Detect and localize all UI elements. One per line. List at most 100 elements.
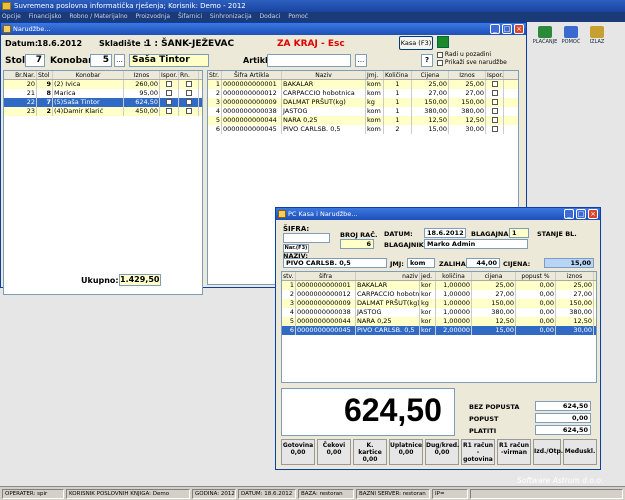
kasa-row[interactable]: 2 0000000000012 CARPACCIO hobotnica kor …: [282, 290, 596, 299]
toolbar-exit-label: IZLAZ: [589, 39, 605, 45]
stanje-bl-button[interactable]: STANJE BL.: [537, 230, 577, 238]
maximize-button[interactable]: □: [576, 209, 586, 219]
pay-dugkred-button[interactable]: Dug/kred. 0,00: [425, 439, 459, 465]
items-col-jmj[interactable]: Jmj.: [366, 71, 384, 79]
item-ispor[interactable]: [486, 116, 504, 125]
help-button[interactable]: ?: [421, 54, 433, 67]
pay-cekovi-button[interactable]: Čekovi 0,00: [317, 439, 351, 465]
orders-col-ispor[interactable]: Ispor.: [160, 71, 179, 79]
orders-row[interactable]: 20 9 (2) Ivica 260,00: [4, 80, 202, 89]
kasa-col-iznos[interactable]: iznos: [556, 272, 594, 280]
artikl-input[interactable]: [267, 54, 351, 67]
toolbar-help-button[interactable]: POMOĆ: [558, 24, 584, 50]
pay-izd-otp-button[interactable]: Izd./Otp.: [533, 439, 563, 465]
menu-proizvodnja[interactable]: Proizvodnja: [136, 13, 171, 20]
pay-cekovi-label: Čekovi: [322, 442, 346, 449]
items-row[interactable]: 6 0000000000045 PIVO CARLSB. 0,5 kom 2 1…: [208, 125, 518, 134]
items-col-str[interactable]: Str.: [208, 71, 222, 79]
items-row[interactable]: 2 0000000000012 CARPACCIO hobotnica kom …: [208, 89, 518, 98]
stol-input[interactable]: 7: [25, 54, 45, 67]
kasa-row[interactable]: 1 0000000000001 BAKALAR kor 1,00000 25,0…: [282, 281, 596, 290]
minimize-button[interactable]: _: [490, 24, 500, 34]
checkbox-background[interactable]: [437, 51, 443, 58]
minimize-button[interactable]: _: [564, 209, 574, 219]
pay-uplatnice-value: 0,00: [398, 449, 414, 456]
item-ispor[interactable]: [486, 125, 504, 134]
konobar-id-input[interactable]: 5: [90, 54, 112, 67]
items-col-iznos[interactable]: Iznos: [449, 71, 486, 79]
item-ispor[interactable]: [486, 89, 504, 98]
maximize-button[interactable]: □: [502, 24, 512, 34]
order-ispor[interactable]: [160, 107, 179, 116]
kasa-row[interactable]: 4 0000000000038 JASTOG kor 1,00000 380,0…: [282, 308, 596, 317]
menu-sifarnici[interactable]: Šifarnici: [178, 13, 202, 20]
orders-row-selected[interactable]: 22 7 (5)Saša Tintor 624,50: [4, 98, 202, 107]
close-button[interactable]: ×: [514, 24, 524, 34]
order-rn[interactable]: [179, 89, 199, 98]
kasa-col-sifra[interactable]: šifra: [296, 272, 356, 280]
order-ispor[interactable]: [160, 89, 179, 98]
items-col-kolicina[interactable]: Količina: [384, 71, 412, 79]
menu-robno[interactable]: Robno / Materijalno: [69, 13, 127, 20]
items-col-ispor[interactable]: Ispor.: [486, 71, 504, 79]
pay-meduskl-button[interactable]: Međuskl.: [563, 439, 597, 465]
artikl-lookup-button[interactable]: ...: [355, 54, 367, 67]
konobar-lookup-button[interactable]: ...: [114, 54, 125, 67]
kasa-title: PC Kasa i Narudžbe...: [288, 210, 358, 218]
kasa-col-stv[interactable]: stv.: [282, 272, 296, 280]
item-ispor[interactable]: [486, 107, 504, 116]
order-ispor[interactable]: [160, 80, 179, 89]
pay-r1-virman-button[interactable]: R1 račun -virman: [497, 439, 531, 465]
kasa-col-cijena[interactable]: cijena: [472, 272, 516, 280]
items-row[interactable]: 5 0000000000044 NARA 0,25 kom 1 12,50 12…: [208, 116, 518, 125]
menu-dodaci[interactable]: Dodaci: [260, 13, 281, 20]
items-row[interactable]: 1 0000000000001 BAKALAR kom 1 25,00 25,0…: [208, 80, 518, 89]
opt-show-all[interactable]: Prikaži sve narudžbe: [437, 59, 507, 66]
items-col-sifra[interactable]: Šifra Artikla: [222, 71, 282, 79]
menu-sinhronizacija[interactable]: Sinhronizacija: [210, 13, 252, 20]
orders-col-iznos[interactable]: Iznos: [124, 71, 160, 79]
pay-kartice-button[interactable]: K. kartice 0,00: [353, 439, 387, 465]
toolbar-payment-button[interactable]: PLAĆANJE: [532, 24, 558, 50]
items-row[interactable]: 3 0000000000009 DALMAT PRŠUT(kg) kg 1 15…: [208, 98, 518, 107]
toolbar-exit-button[interactable]: IZLAZ: [584, 24, 610, 50]
item-ispor[interactable]: [486, 98, 504, 107]
menu-pomoc[interactable]: Pomoć: [288, 13, 308, 20]
items-row[interactable]: 4 0000000000038 JASTOG kom 1 380,00 380,…: [208, 107, 518, 116]
kasa-row[interactable]: 5 0000000000044 NARA 0,25 kor 1,00000 12…: [282, 317, 596, 326]
cijena-value: 15,00: [544, 258, 594, 268]
orders-col-rn[interactable]: Rn.: [179, 71, 199, 79]
sifra-input[interactable]: [283, 233, 330, 243]
menu-financijsko[interactable]: Financijsko: [29, 13, 62, 20]
pay-gotovina-button[interactable]: Gotovina 0,00: [281, 439, 315, 465]
kasa-col-jed[interactable]: jed.: [420, 272, 436, 280]
order-rn[interactable]: [179, 98, 199, 107]
item-str: 3: [208, 98, 222, 107]
orders-row[interactable]: 23 2 (4)Damir Klarić 450,00: [4, 107, 202, 116]
orders-col-brnar[interactable]: Br.Nar.: [4, 71, 37, 79]
order-ispor[interactable]: [160, 98, 179, 107]
kasa-col-naziv[interactable]: naziv: [356, 272, 420, 280]
kasa-row[interactable]: 3 0000000000009 DALMAT PRŠUT(kg) kg 1,00…: [282, 299, 596, 308]
order-rn[interactable]: [179, 80, 199, 89]
opt-background[interactable]: Radi u pozadini: [437, 51, 491, 58]
item-cijena: 27,00: [412, 89, 449, 98]
kasa-popust: 0,00: [516, 308, 556, 317]
kasa-button[interactable]: Kasa (F3): [399, 36, 433, 50]
items-col-naziv[interactable]: Naziv: [282, 71, 366, 79]
item-ispor[interactable]: [486, 80, 504, 89]
orders-col-konobar[interactable]: Konobar: [53, 71, 124, 79]
kasa-col-popust[interactable]: popust %: [516, 272, 556, 280]
kasa-row-selected[interactable]: 6 0000000000045 PIVO CARLSB. 0,5 kor 2,0…: [282, 326, 596, 335]
orders-row[interactable]: 21 8 Marica 95,00: [4, 89, 202, 98]
menu-opcije[interactable]: Opcije: [2, 13, 21, 20]
checkbox-show-all[interactable]: [437, 59, 443, 66]
pay-r1-gotovina-button[interactable]: R1 račun -gotovina: [461, 439, 495, 465]
kasa-kolicina: 1,00000: [436, 308, 472, 317]
items-col-cijena[interactable]: Cijena: [412, 71, 449, 79]
close-button[interactable]: ×: [588, 209, 598, 219]
order-rn[interactable]: [179, 107, 199, 116]
orders-col-stol[interactable]: Stol: [37, 71, 53, 79]
kasa-col-kolicina[interactable]: količina: [436, 272, 472, 280]
pay-uplatnice-button[interactable]: Uplatnice 0,00: [389, 439, 423, 465]
